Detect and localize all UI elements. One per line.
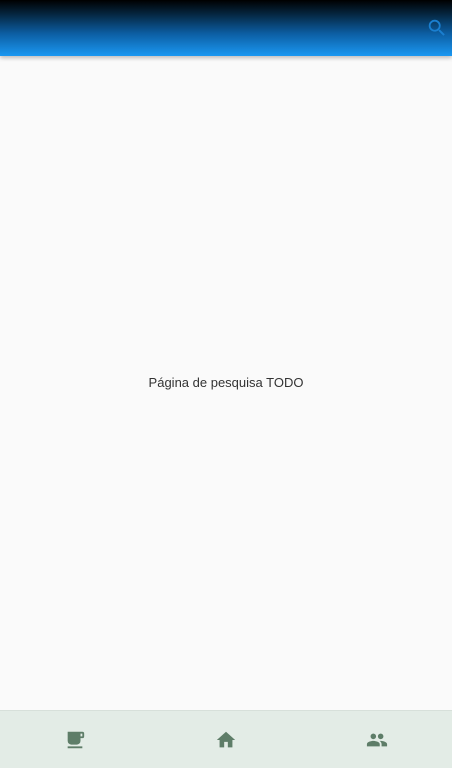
bottom-navigation <box>0 710 452 768</box>
placeholder-text: Página de pesquisa TODO <box>148 375 304 390</box>
app-bar <box>0 0 452 56</box>
people-icon <box>366 733 387 746</box>
app-screen: Página de pesquisa TODO <box>0 0 452 768</box>
nav-item-home[interactable] <box>151 711 302 768</box>
nav-item-coffee[interactable] <box>0 711 151 768</box>
coffee-cup-icon <box>67 731 85 748</box>
search-page-content: Página de pesquisa TODO <box>0 56 452 711</box>
home-icon <box>216 731 236 747</box>
search-button[interactable] <box>422 14 452 42</box>
search-icon <box>428 19 445 36</box>
nav-item-people[interactable] <box>301 711 452 768</box>
